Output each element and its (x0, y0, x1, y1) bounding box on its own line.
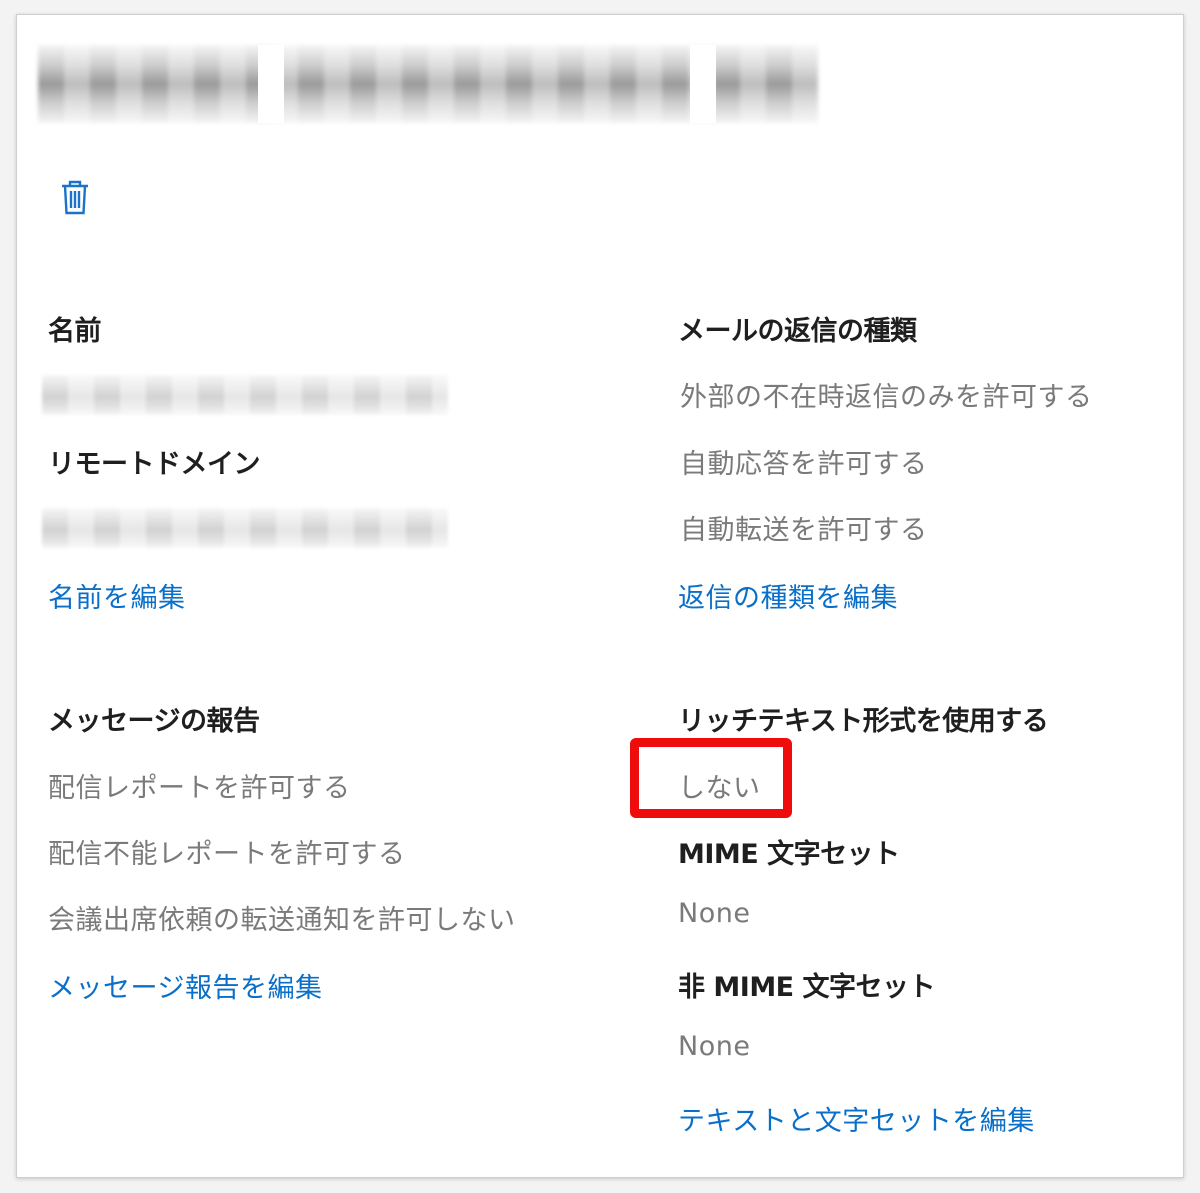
rich-text-heading: リッチテキスト形式を使用する (678, 706, 1049, 737)
highlight-box (630, 738, 792, 818)
trash-icon[interactable] (60, 178, 90, 216)
auto-reply-value: 自動応答を許可する (680, 449, 928, 480)
edit-message-report-link[interactable]: メッセージ報告を編集 (48, 966, 322, 1005)
name-heading: 名前 (48, 316, 102, 347)
external-oof-value: 外部の不在時返信のみを許可する (680, 382, 1093, 413)
edit-name-link[interactable]: 名前を編集 (48, 576, 186, 615)
edit-reply-type-link[interactable]: 返信の種類を編集 (678, 576, 898, 615)
mime-charset-value: None (678, 898, 751, 929)
redacted-remote-domain-value (42, 508, 448, 548)
message-report-heading: メッセージの報告 (48, 706, 260, 737)
meeting-forward-notification-value: 会議出席依頼の転送通知を許可しない (48, 905, 516, 936)
edit-text-charset-link[interactable]: テキストと文字セットを編集 (678, 1099, 1035, 1138)
auto-forward-value: 自動転送を許可する (680, 515, 928, 546)
mime-charset-heading: MIME 文字セット (678, 839, 900, 870)
non-mime-charset-value: None (678, 1031, 751, 1062)
non-delivery-report-value: 配信不能レポートを許可する (48, 839, 406, 870)
redacted-name-value (42, 375, 448, 415)
non-mime-charset-heading: 非 MIME 文字セット (678, 972, 936, 1003)
remote-domain-heading: リモートドメイン (48, 449, 261, 480)
reply-type-heading: メールの返信の種類 (678, 316, 917, 347)
title-word-gap (690, 45, 716, 123)
title-word-gap (258, 45, 284, 123)
delivery-report-value: 配信レポートを許可する (48, 773, 351, 804)
